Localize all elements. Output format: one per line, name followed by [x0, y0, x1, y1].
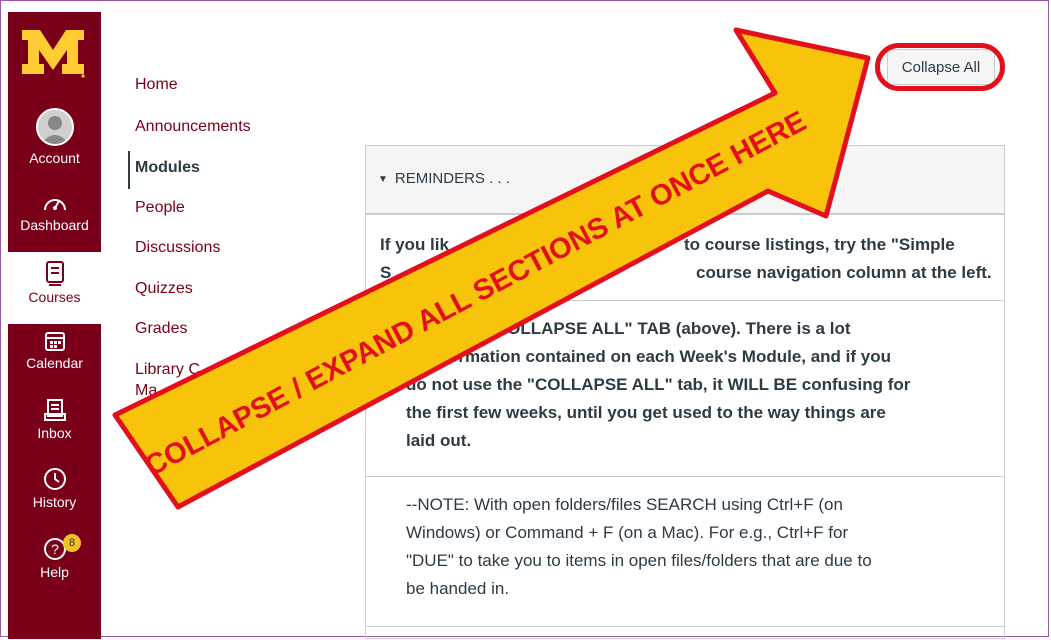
annotation-text: COLLAPSE / EXPAND ALL SECTIONS AT ONCE H…: [140, 105, 812, 482]
annotation-arrow: COLLAPSE / EXPAND ALL SECTIONS AT ONCE H…: [112, 27, 871, 510]
